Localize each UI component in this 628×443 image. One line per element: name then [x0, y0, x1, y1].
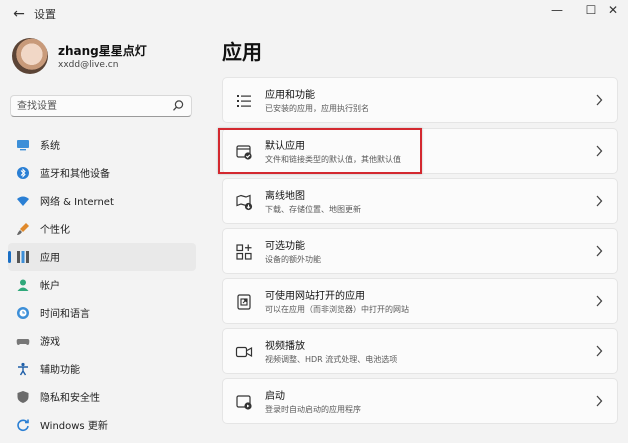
user-name: zhang星星点灯	[58, 44, 147, 58]
sidebar-item-gaming[interactable]: 游戏	[8, 327, 196, 355]
sidebar-item-accounts[interactable]: 帐户	[8, 271, 196, 299]
shield-icon	[17, 391, 29, 403]
card-subtitle: 登录时自动启动的应用程序	[265, 405, 361, 414]
sidebar-item-label: 隐私和安全性	[40, 393, 100, 404]
sidebar-item-label: 游戏	[40, 337, 60, 348]
active-indicator	[8, 251, 11, 263]
sidebar-item-windows-update[interactable]: Windows 更新	[8, 411, 196, 439]
sidebar-item-label: 网络 & Internet	[40, 197, 114, 208]
sidebar-item-label: 蓝牙和其他设备	[40, 169, 110, 180]
search-box[interactable]	[10, 95, 192, 117]
map-download-icon	[236, 194, 253, 211]
chevron-right-icon	[596, 195, 603, 207]
page-title: 应用	[222, 40, 262, 64]
card-optional-features[interactable]: 可选功能 设备的额外功能	[222, 228, 618, 274]
card-title: 离线地图	[265, 191, 305, 202]
card-startup[interactable]: 启动 登录时自动启动的应用程序	[222, 378, 618, 424]
person-icon	[17, 279, 29, 291]
sidebar-item-time-language[interactable]: 时间和语言	[8, 299, 196, 327]
bluetooth-icon	[17, 167, 29, 179]
card-title: 可选功能	[265, 241, 305, 252]
chevron-right-icon	[596, 345, 603, 357]
card-subtitle: 视频调整、HDR 流式处理、电池选项	[265, 355, 398, 364]
search-input[interactable]	[17, 98, 167, 114]
sidebar-item-label: 帐户	[40, 281, 60, 292]
chevron-right-icon	[596, 395, 603, 407]
monitor-icon	[17, 140, 29, 151]
startup-icon	[236, 395, 252, 410]
brush-icon	[17, 223, 29, 235]
sidebar-item-system[interactable]: 系统	[8, 131, 196, 159]
search-icon[interactable]	[171, 98, 185, 114]
sidebar-item-label: 个性化	[40, 225, 70, 236]
chevron-right-icon	[596, 94, 603, 106]
sidebar-item-apps[interactable]: 应用	[8, 243, 196, 271]
card-subtitle: 已安装的应用，应用执行别名	[265, 104, 369, 113]
open-in-app-icon	[237, 294, 251, 310]
card-apps-features[interactable]: 应用和功能 已安装的应用，应用执行别名	[222, 77, 618, 123]
card-subtitle: 下载、存储位置、地图更新	[265, 205, 361, 214]
list-icon	[237, 95, 251, 107]
card-title: 视频播放	[265, 341, 305, 352]
sidebar-item-label: 时间和语言	[40, 309, 90, 320]
default-apps-icon	[236, 145, 252, 160]
card-video-playback[interactable]: 视频播放 视频调整、HDR 流式处理、电池选项	[222, 328, 618, 374]
wifi-icon	[17, 196, 29, 206]
card-subtitle: 可以在应用（而非浏览器）中打开的网站	[265, 305, 409, 314]
sidebar-nav: 系统 蓝牙和其他设备 网络 & Internet 个性化 应用 帐户 时间和语言…	[8, 131, 196, 439]
sidebar-item-privacy[interactable]: 隐私和安全性	[8, 383, 196, 411]
card-default-apps[interactable]: 默认应用 文件和链接类型的默认值，其他默认值	[222, 128, 618, 174]
minimize-icon[interactable]: —	[540, 0, 574, 22]
avatar[interactable]	[12, 38, 48, 74]
card-title: 应用和功能	[265, 90, 315, 101]
sidebar-item-label: 系统	[40, 141, 60, 152]
card-apps-for-websites[interactable]: 可使用网站打开的应用 可以在应用（而非浏览器）中打开的网站	[222, 278, 618, 324]
close-icon[interactable]: ✕	[596, 0, 628, 22]
card-offline-maps[interactable]: 离线地图 下载、存储位置、地图更新	[222, 178, 618, 224]
window-title: 设置	[34, 8, 56, 21]
gamepad-icon	[16, 339, 30, 345]
sidebar-item-label: 应用	[40, 253, 60, 264]
card-subtitle: 设备的额外功能	[265, 255, 321, 264]
card-subtitle: 文件和链接类型的默认值，其他默认值	[265, 155, 401, 164]
apps-icon	[17, 251, 29, 263]
card-title: 启动	[265, 391, 285, 402]
sidebar-item-label: 辅助功能	[40, 365, 80, 376]
grid-plus-icon	[236, 244, 252, 260]
accessibility-icon	[18, 362, 28, 376]
back-arrow-icon[interactable]: ←	[8, 4, 30, 24]
chevron-right-icon	[596, 145, 603, 157]
user-email: xxdd@live.cn	[58, 60, 119, 70]
title-bar: ← 设置 — ☐ ✕	[0, 0, 628, 28]
sidebar-item-accessibility[interactable]: 辅助功能	[8, 355, 196, 383]
globe-clock-icon	[17, 307, 29, 319]
chevron-right-icon	[596, 295, 603, 307]
chevron-right-icon	[596, 245, 603, 257]
card-title: 默认应用	[265, 141, 305, 152]
update-icon	[17, 419, 29, 432]
video-icon	[235, 346, 253, 358]
sidebar-item-network[interactable]: 网络 & Internet	[8, 187, 196, 215]
sidebar-item-personalization[interactable]: 个性化	[8, 215, 196, 243]
sidebar-item-bluetooth[interactable]: 蓝牙和其他设备	[8, 159, 196, 187]
sidebar-item-label: Windows 更新	[40, 421, 108, 432]
card-title: 可使用网站打开的应用	[265, 291, 365, 302]
